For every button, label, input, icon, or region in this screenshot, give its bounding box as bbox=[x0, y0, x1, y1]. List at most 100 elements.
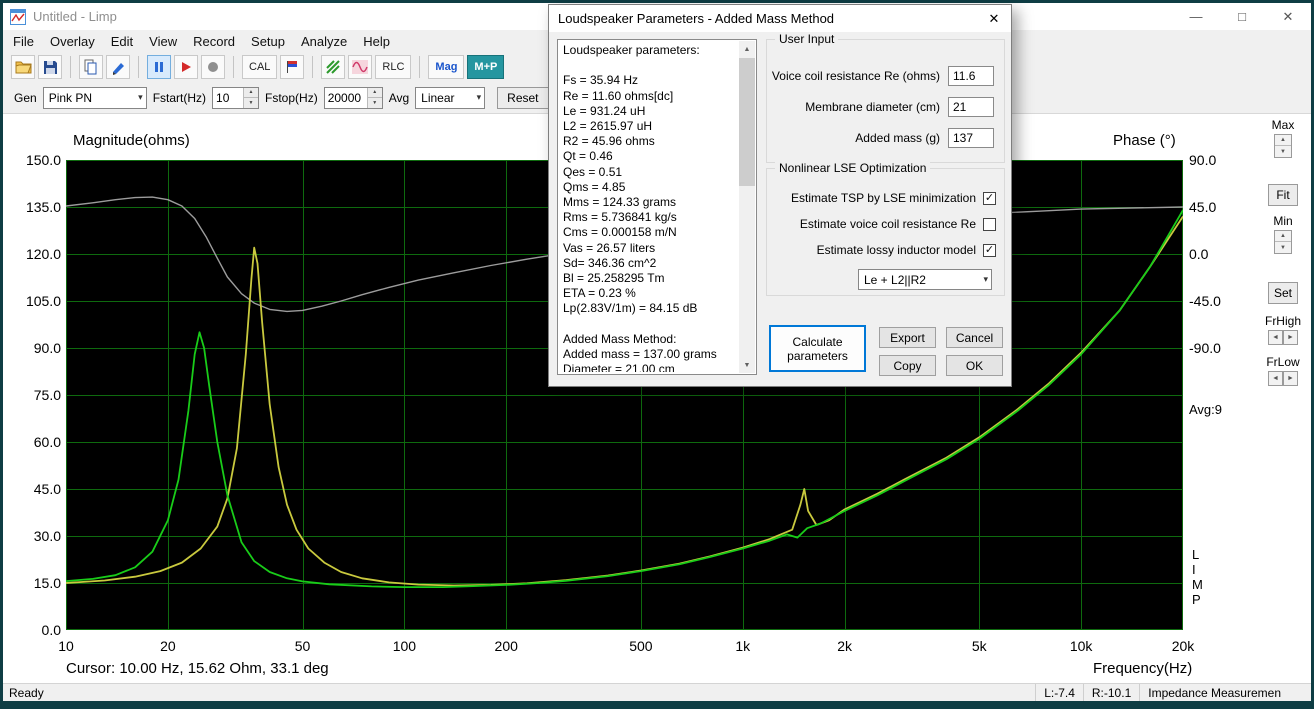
chevron-down-icon: ▾ bbox=[983, 274, 988, 284]
y-right-tick: -45.0 bbox=[1189, 293, 1221, 309]
toolbar-separator bbox=[138, 56, 139, 78]
parameter-line: Mms = 124.33 grams bbox=[563, 195, 677, 210]
magnitude-view-button[interactable]: Mag bbox=[428, 55, 465, 79]
min-down-icon[interactable]: ▼ bbox=[1275, 242, 1291, 253]
flag-button[interactable] bbox=[280, 55, 305, 79]
avg-value: Linear bbox=[421, 90, 455, 105]
min-up-icon[interactable]: ▲ bbox=[1275, 231, 1291, 242]
parameters-box[interactable]: Loudspeaker parameters: Fs = 35.94 Hz Re … bbox=[557, 39, 757, 375]
statusbar: Ready L:-7.4 R:-10.1 Impedance Measureme… bbox=[3, 683, 1311, 701]
spectrum-button[interactable] bbox=[321, 55, 346, 79]
save-floppy-icon bbox=[43, 60, 57, 74]
frlow-label: FrLow bbox=[1266, 355, 1300, 369]
menu-analyze[interactable]: Analyze bbox=[293, 32, 355, 51]
scroll-thumb[interactable] bbox=[739, 58, 755, 186]
field-input-2[interactable] bbox=[948, 128, 994, 148]
calculate-parameters-button[interactable]: Calculate parameters bbox=[769, 325, 866, 372]
signal-generator-button[interactable] bbox=[348, 55, 373, 79]
fstart-input[interactable] bbox=[213, 87, 244, 108]
avg-indicator: Avg:9 bbox=[1189, 402, 1223, 417]
fstart-label: Fstart(Hz) bbox=[152, 90, 207, 105]
generator-select[interactable]: Pink PN ▾ bbox=[42, 86, 147, 109]
marker-button[interactable] bbox=[106, 55, 130, 79]
frhigh-left-icon[interactable]: ◄ bbox=[1268, 330, 1283, 345]
y-left-tick: 30.0 bbox=[33, 528, 61, 544]
record-button[interactable] bbox=[174, 55, 198, 79]
x-tick: 2k bbox=[837, 638, 853, 654]
stop-circle-icon bbox=[208, 62, 218, 72]
fstop-down-icon[interactable]: ▼ bbox=[367, 98, 382, 108]
frhigh-right-icon[interactable]: ► bbox=[1283, 330, 1298, 345]
fstop-input[interactable] bbox=[324, 87, 367, 108]
menu-setup[interactable]: Setup bbox=[243, 32, 293, 51]
scroll-down-icon[interactable]: ▼ bbox=[739, 357, 755, 373]
check-label: Estimate voice coil resistance Re bbox=[799, 217, 976, 231]
user-input-row: Added mass (g) bbox=[767, 128, 994, 148]
cancel-button[interactable]: Cancel bbox=[946, 327, 1003, 348]
y-left-tick: 0.0 bbox=[41, 622, 61, 638]
ok-button[interactable]: OK bbox=[946, 355, 1003, 376]
stop-button[interactable] bbox=[201, 55, 225, 79]
magnitude-phase-view-button[interactable]: M+P bbox=[467, 55, 505, 79]
frlow-right-icon[interactable]: ► bbox=[1283, 371, 1298, 386]
menu-file[interactable]: File bbox=[5, 32, 42, 51]
cursor-readout: Cursor: 10.00 Hz, 15.62 Ohm, 33.1 deg bbox=[66, 660, 329, 677]
screen: Untitled - Limp — □ ✕ File Overlay Edit Vie… bbox=[0, 0, 1314, 709]
checkbox-checked[interactable]: ✓ bbox=[983, 243, 996, 257]
copy-button[interactable] bbox=[79, 55, 103, 79]
chevron-down-icon: ▾ bbox=[138, 92, 143, 102]
reset-button[interactable]: Reset bbox=[497, 86, 549, 109]
menu-edit[interactable]: Edit bbox=[103, 32, 141, 51]
field-input-0[interactable] bbox=[948, 66, 994, 86]
fstart-down-icon[interactable]: ▼ bbox=[244, 98, 259, 108]
menu-record[interactable]: Record bbox=[185, 32, 243, 51]
logo-letter: P bbox=[1192, 592, 1201, 607]
right-axis-title: Phase (°) bbox=[1113, 132, 1176, 149]
record-play-icon bbox=[182, 62, 191, 72]
dialog-title: Loudspeaker Parameters - Added Mass Meth… bbox=[558, 11, 835, 26]
menu-overlay[interactable]: Overlay bbox=[42, 32, 103, 51]
maximize-button[interactable]: □ bbox=[1219, 3, 1265, 30]
fstop-up-icon[interactable]: ▲ bbox=[367, 87, 382, 98]
field-input-1[interactable] bbox=[948, 97, 994, 117]
close-button[interactable]: ✕ bbox=[1265, 3, 1311, 30]
marker-pen-icon bbox=[112, 62, 124, 75]
fit-button[interactable]: Fit bbox=[1268, 184, 1298, 206]
max-up-icon[interactable]: ▲ bbox=[1275, 135, 1291, 146]
min-spinner: ▲ ▼ bbox=[1274, 230, 1292, 254]
field-label: Voice coil resistance Re (ohms) bbox=[771, 69, 940, 83]
inductor-model-select[interactable]: Le + L2||R2 ▾ bbox=[858, 269, 992, 290]
scroll-up-icon[interactable]: ▲ bbox=[739, 41, 755, 57]
checkbox-checked[interactable]: ✓ bbox=[983, 191, 996, 205]
check-row: Estimate lossy inductor model ✓ bbox=[767, 241, 996, 259]
menu-help[interactable]: Help bbox=[355, 32, 398, 51]
cal-button[interactable]: CAL bbox=[242, 55, 278, 79]
minimize-button[interactable]: — bbox=[1173, 3, 1219, 30]
user-input-group: User Input Voice coil resistance Re (ohm… bbox=[766, 32, 1005, 163]
copy-params-button[interactable]: Copy bbox=[879, 355, 936, 376]
export-button[interactable]: Export bbox=[879, 327, 936, 348]
rlc-button[interactable]: RLC bbox=[375, 55, 412, 79]
pause-button[interactable] bbox=[147, 55, 171, 79]
frlow-left-icon[interactable]: ◄ bbox=[1268, 371, 1283, 386]
window-title: Untitled - Limp bbox=[33, 9, 117, 24]
generator-value: Pink PN bbox=[48, 90, 93, 105]
menu-view[interactable]: View bbox=[141, 32, 185, 51]
user-input-row: Membrane diameter (cm) bbox=[767, 97, 994, 117]
x-tick: 10k bbox=[1069, 638, 1093, 654]
max-down-icon[interactable]: ▼ bbox=[1275, 146, 1291, 157]
dialog-close-button[interactable]: ✕ bbox=[977, 5, 1011, 32]
y-left-tick: 135.0 bbox=[25, 199, 61, 215]
save-button[interactable] bbox=[38, 55, 62, 79]
fstart-up-icon[interactable]: ▲ bbox=[244, 87, 259, 98]
open-button[interactable] bbox=[11, 55, 35, 79]
checkbox-unchecked[interactable] bbox=[983, 217, 996, 231]
avg-select[interactable]: Linear ▾ bbox=[415, 86, 486, 109]
parameter-line: Qt = 0.46 bbox=[563, 149, 613, 164]
parameters-scrollbar[interactable]: ▲ ▼ bbox=[739, 41, 755, 373]
x-tick: 50 bbox=[294, 638, 311, 654]
field-label: Membrane diameter (cm) bbox=[805, 100, 940, 114]
set-button[interactable]: Set bbox=[1268, 282, 1298, 304]
dialog-titlebar[interactable]: Loudspeaker Parameters - Added Mass Meth… bbox=[549, 5, 1011, 32]
max-label: Max bbox=[1271, 118, 1295, 132]
